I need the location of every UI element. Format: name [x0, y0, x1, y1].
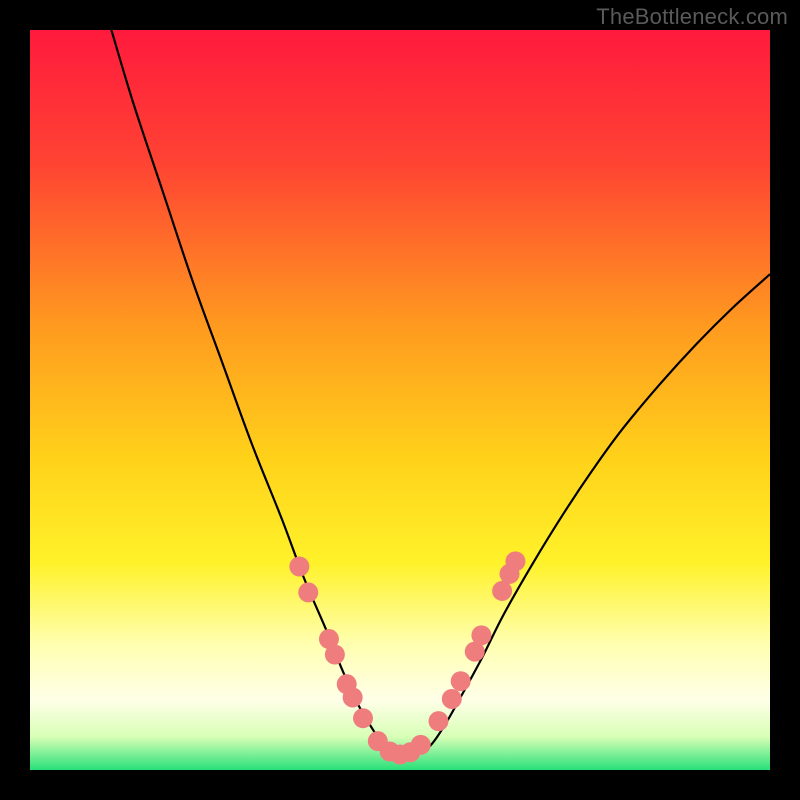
curve-marker	[353, 708, 373, 728]
chart-svg	[30, 30, 770, 770]
curve-marker	[505, 551, 525, 571]
curve-marker	[325, 645, 345, 665]
curve-marker	[428, 711, 448, 731]
curve-marker	[343, 687, 363, 707]
curve-marker	[471, 625, 491, 645]
curve-marker	[289, 557, 309, 577]
curve-marker	[492, 581, 512, 601]
watermark-text: TheBottleneck.com	[596, 4, 788, 30]
curve-marker	[442, 689, 462, 709]
chart-background	[30, 30, 770, 770]
curve-marker	[411, 735, 431, 755]
curve-marker	[451, 671, 471, 691]
curve-marker	[298, 582, 318, 602]
plot-area	[30, 30, 770, 770]
chart-frame: TheBottleneck.com	[0, 0, 800, 800]
